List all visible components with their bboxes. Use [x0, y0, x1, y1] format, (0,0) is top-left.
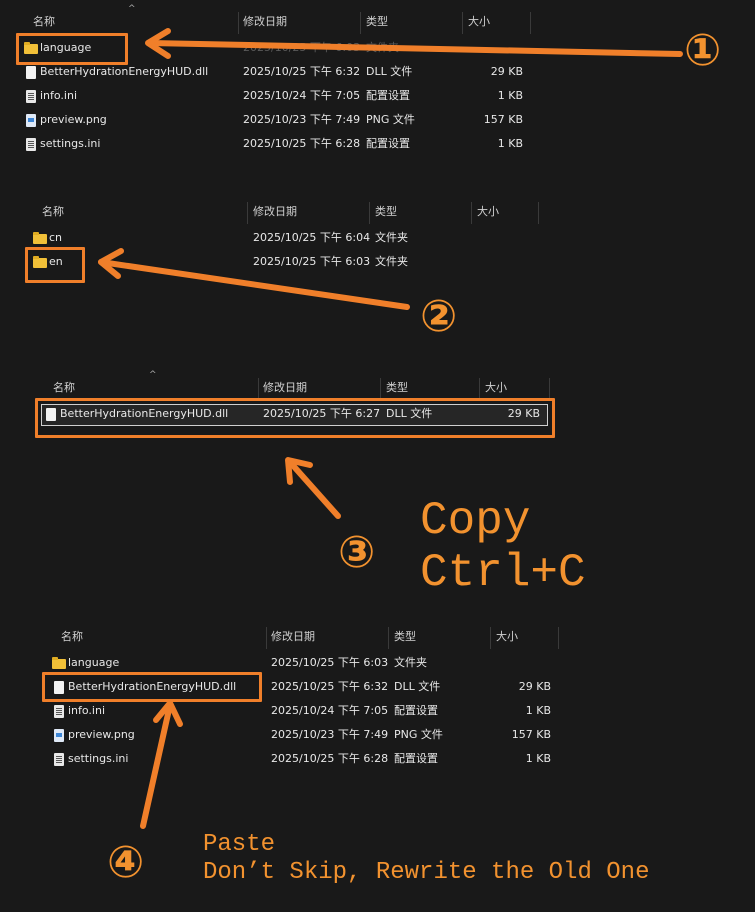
copy-instruction-line2: Ctrl+C	[420, 547, 586, 599]
step-3-label: ③	[338, 527, 376, 578]
arrow-3-shaft	[286, 458, 341, 519]
copy-instruction-line1: Copy	[420, 495, 531, 547]
step-4-label: ④	[107, 837, 145, 888]
arrow-2-shaft	[98, 259, 410, 310]
arrow-4-shaft	[140, 702, 173, 829]
arrow-1-shaft	[147, 40, 683, 57]
paste-instruction-line1: Paste	[203, 831, 276, 858]
step-2-label: ②	[420, 291, 458, 342]
paste-instruction-line2: Don’t Skip, Rewrite the Old One	[203, 859, 650, 886]
step-1-label: ①	[684, 25, 722, 76]
annotation-arrows	[98, 28, 683, 829]
